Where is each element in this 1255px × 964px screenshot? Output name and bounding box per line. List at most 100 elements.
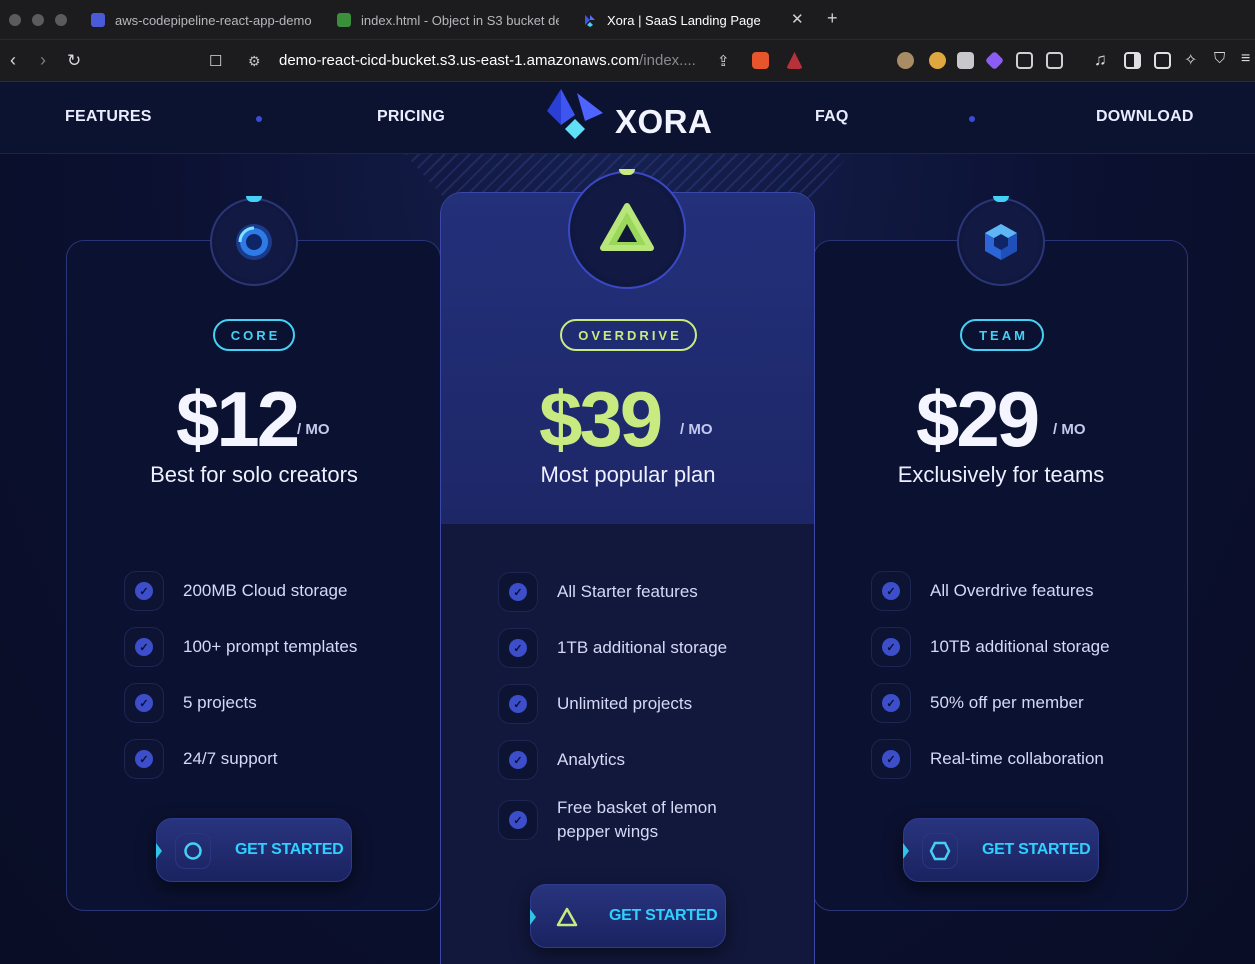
- nav-dot: [256, 116, 262, 122]
- plan-card-team: TEAM $29 / MO Exclusively for teams ✓ All…: [813, 196, 1188, 911]
- check-icon: ✓: [498, 800, 538, 840]
- s3-favicon-icon: [337, 13, 351, 27]
- get-started-button-team[interactable]: GET STARTED: [903, 818, 1099, 882]
- tab-title: aws-codepipeline-react-app-demo: [115, 12, 312, 28]
- feature-item: ✓ All Overdrive features: [871, 571, 1093, 611]
- plan-period: / MO: [1053, 421, 1086, 438]
- check-icon: ✓: [124, 739, 164, 779]
- hexagon-icon: [922, 833, 958, 869]
- codepipeline-favicon-icon: [91, 13, 105, 27]
- sidebar-icon[interactable]: [1124, 52, 1141, 69]
- xora-page: FEATURES PRICING XORA FAQ DOWNLOAD CORE …: [0, 82, 1255, 964]
- get-started-button-core[interactable]: GET STARTED: [156, 818, 352, 882]
- check-icon: ✓: [124, 571, 164, 611]
- check-icon: ✓: [871, 627, 911, 667]
- cta-label: GET STARTED: [609, 907, 718, 924]
- extension-diamond-icon[interactable]: [984, 50, 1005, 71]
- feature-item: ✓ Analytics: [498, 740, 625, 780]
- wallet-icon[interactable]: [1154, 52, 1171, 69]
- tab-codepipeline[interactable]: aws-codepipeline-react-app-demo: [91, 6, 313, 34]
- plan-price: $12: [176, 375, 300, 463]
- leo-ai-icon[interactable]: ✧: [1184, 50, 1197, 70]
- feature-item: ✓ Unlimited projects: [498, 684, 692, 724]
- xora-favicon-icon: [585, 15, 595, 27]
- logo-text: XORA: [615, 103, 713, 140]
- check-icon: ✓: [871, 683, 911, 723]
- check-icon: ✓: [498, 628, 538, 668]
- plan-price: $29: [916, 375, 1040, 463]
- window-minimize-dot[interactable]: [32, 14, 44, 26]
- window-close-dot[interactable]: [9, 14, 21, 26]
- feature-item: ✓ 10TB additional storage: [871, 627, 1110, 667]
- circle-icon: [175, 833, 211, 869]
- plan-card-core: CORE $12 / MO Best for solo creators ✓ 20…: [66, 196, 441, 911]
- nav-pricing[interactable]: PRICING: [377, 108, 445, 126]
- get-started-button-overdrive[interactable]: GET STARTED: [530, 884, 726, 948]
- extension-cookie-icon[interactable]: [929, 52, 946, 69]
- brave-shields-icon[interactable]: [752, 52, 769, 69]
- plan-name-pill: TEAM: [960, 319, 1044, 351]
- plan-tagline: Most popular plan: [540, 462, 716, 487]
- url-host: demo-react-cicd-bucket.s3.us-east-1.amaz…: [279, 52, 640, 69]
- check-icon: ✓: [124, 683, 164, 723]
- brave-rewards-icon[interactable]: [786, 52, 803, 69]
- tab-title: index.html - Object in S3 bucket de: [361, 12, 559, 28]
- feature-item: ✓ 5 projects: [124, 683, 257, 723]
- plan-tagline: Exclusively for teams: [897, 462, 1105, 487]
- check-icon: ✓: [498, 684, 538, 724]
- nav-faq[interactable]: FAQ: [815, 108, 849, 126]
- plan-tagline: Best for solo creators: [150, 462, 358, 487]
- xora-logo[interactable]: XORA: [547, 89, 717, 147]
- feature-item: ✓ Real-time collaboration: [871, 739, 1104, 779]
- window-maximize-dot[interactable]: [55, 14, 67, 26]
- nav-features[interactable]: FEATURES: [65, 108, 152, 126]
- url-path: /index....: [639, 52, 696, 69]
- media-icon[interactable]: ♫: [1094, 50, 1107, 70]
- plan-period: / MO: [297, 421, 330, 438]
- browser-tab-bar: aws-codepipeline-react-app-demo index.ht…: [0, 0, 1255, 40]
- cta-label: GET STARTED: [982, 841, 1091, 858]
- extension-owl-icon[interactable]: [897, 52, 914, 69]
- feature-item: ✓ 50% off per member: [871, 683, 1084, 723]
- check-icon: ✓: [498, 740, 538, 780]
- check-icon: ✓: [124, 627, 164, 667]
- forward-icon[interactable]: ›: [40, 50, 46, 71]
- feature-item: ✓ 200MB Cloud storage: [124, 571, 347, 611]
- tab-s3-object[interactable]: index.html - Object in S3 bucket de: [337, 6, 559, 34]
- bookmark-icon[interactable]: ☐: [209, 52, 222, 70]
- back-icon[interactable]: ‹: [10, 50, 16, 71]
- check-icon: ✓: [871, 571, 911, 611]
- plan-card-overdrive: OVERDRIVE $39 / MO Most popular plan ✓ Al…: [440, 169, 815, 964]
- feature-item: ✓ 100+ prompt templates: [124, 627, 357, 667]
- extension-search-icon[interactable]: [1046, 52, 1063, 69]
- share-icon[interactable]: ⇪: [717, 52, 730, 70]
- site-settings-icon[interactable]: ⚙: [248, 53, 261, 70]
- nav-download[interactable]: DOWNLOAD: [1096, 108, 1194, 126]
- feature-item: ✓ 24/7 support: [124, 739, 278, 779]
- vpn-shield-icon[interactable]: ⛉: [1214, 50, 1225, 67]
- extension-image-icon[interactable]: [957, 52, 974, 69]
- url-field[interactable]: demo-react-cicd-bucket.s3.us-east-1.amaz…: [279, 52, 696, 69]
- team-badge: [957, 196, 1045, 286]
- triangle-icon: [549, 899, 585, 935]
- xora-logo-icon: [547, 89, 603, 139]
- menu-icon[interactable]: ≡: [1241, 50, 1250, 68]
- tab-close-icon[interactable]: ✕: [791, 10, 804, 28]
- plan-price: $39: [539, 375, 663, 463]
- check-icon: ✓: [498, 572, 538, 612]
- feature-item: ✓ All Starter features: [498, 572, 698, 612]
- overdrive-badge: [568, 169, 686, 289]
- core-orb-icon: [236, 224, 272, 260]
- tab-title: Xora | SaaS Landing Page: [607, 12, 761, 28]
- team-hexagon-icon: [985, 224, 1017, 260]
- cta-label: GET STARTED: [235, 841, 344, 858]
- browser-address-bar: ‹ › ↻ ☐ ⚙ demo-react-cicd-bucket.s3.us-e…: [0, 40, 1255, 82]
- overdrive-triangle-icon: [600, 203, 654, 251]
- new-tab-icon[interactable]: +: [827, 8, 838, 29]
- feature-item: ✓ Free basket of lemon pepper wings: [498, 796, 747, 844]
- extensions-puzzle-icon[interactable]: [1016, 52, 1033, 69]
- reload-icon[interactable]: ↻: [67, 51, 81, 71]
- tab-xora[interactable]: Xora | SaaS Landing Page: [583, 6, 783, 34]
- site-header: FEATURES PRICING XORA FAQ DOWNLOAD: [0, 82, 1255, 154]
- plan-name-pill: CORE: [213, 319, 295, 351]
